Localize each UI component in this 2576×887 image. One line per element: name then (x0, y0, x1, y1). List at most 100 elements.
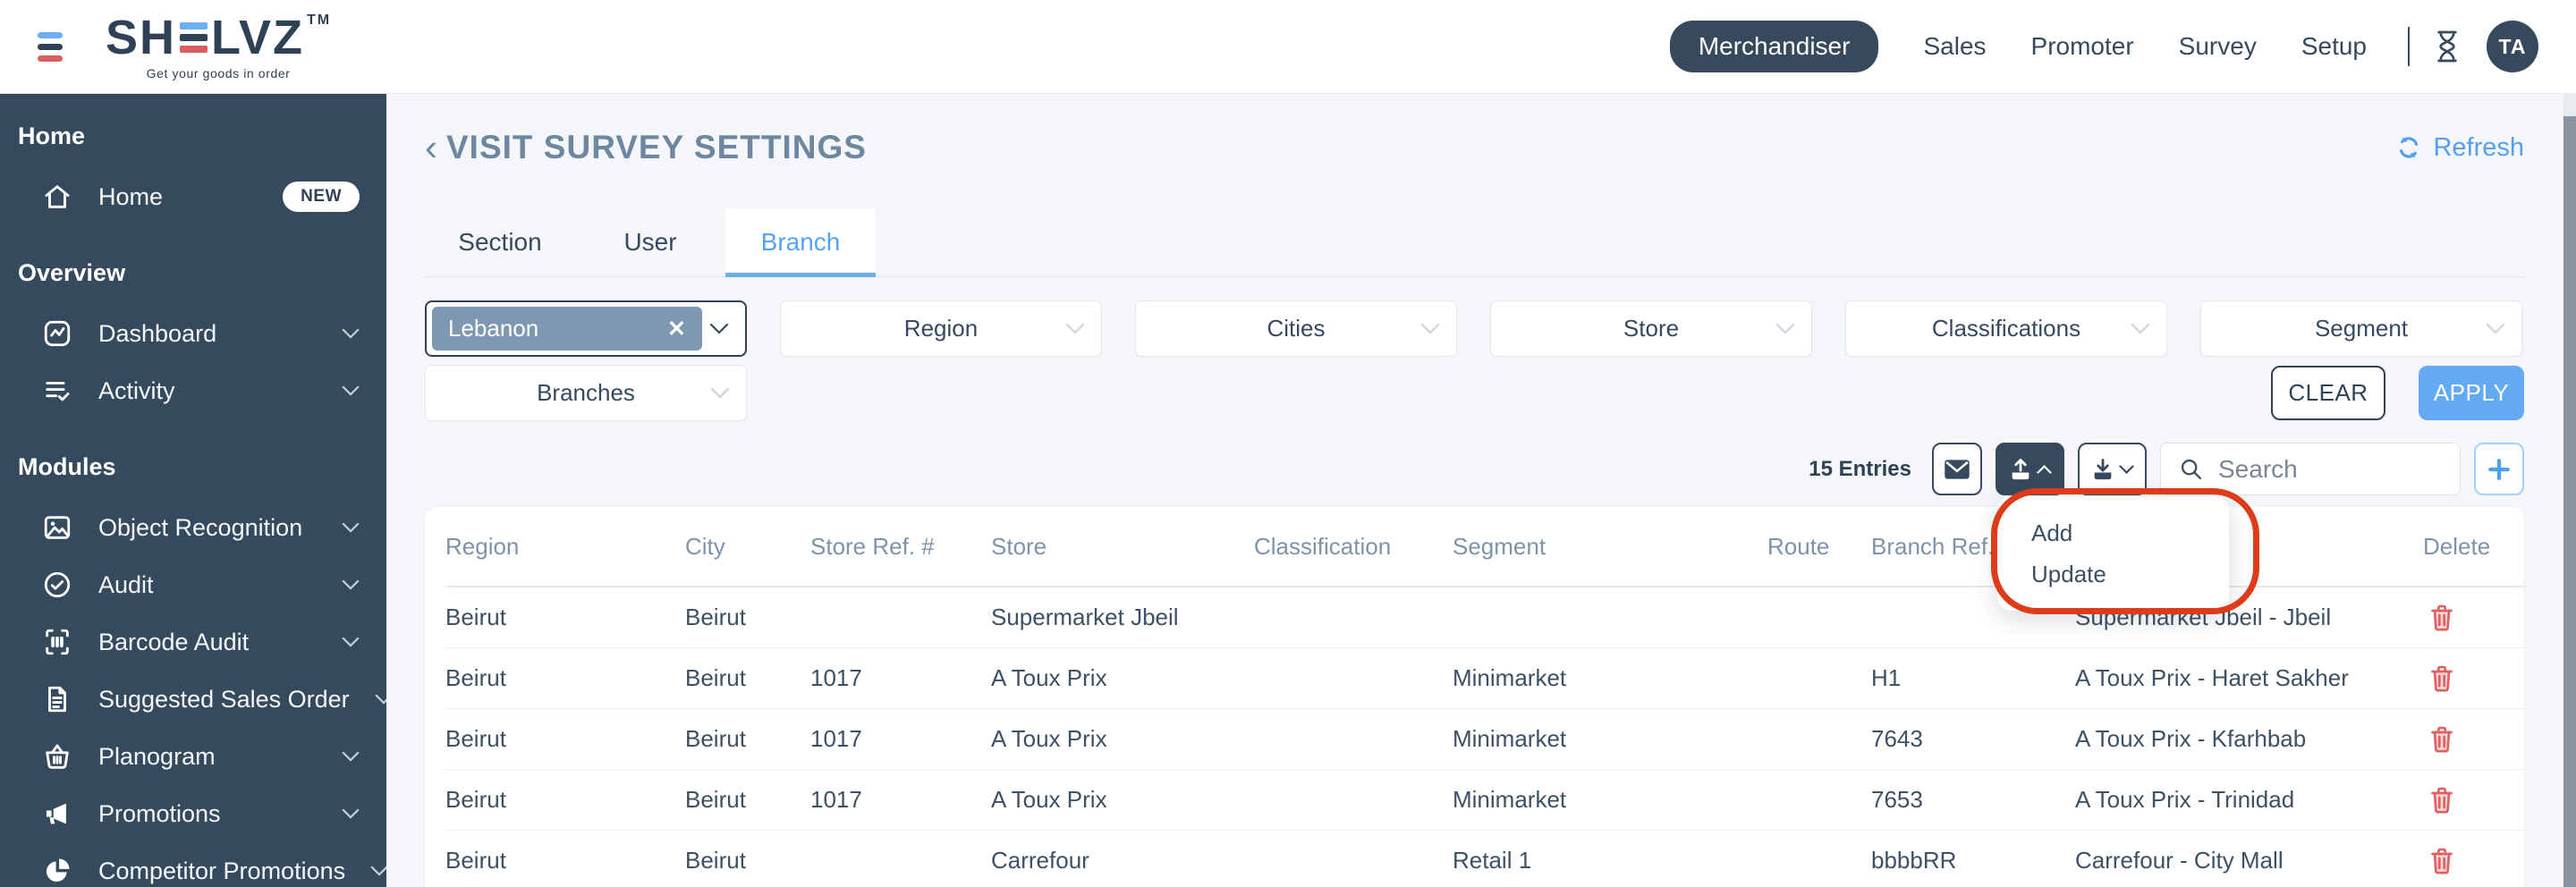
country-chip: Lebanon ✕ (432, 307, 702, 351)
column-header-region: Region (445, 533, 685, 561)
sidebar-section-overview: OverviewDashboardActivity (0, 259, 386, 419)
delete-row-button[interactable] (2423, 786, 2455, 815)
filter-select-branches[interactable]: Branches (425, 365, 747, 421)
sidebar-item-label: Activity (98, 377, 317, 405)
nav-item-promoter[interactable]: Promoter (2031, 32, 2134, 61)
country-chip-label: Lebanon (448, 315, 538, 342)
nav-item-sales[interactable]: Sales (1923, 32, 1986, 61)
column-header-city: City (685, 533, 810, 561)
sidebar-item-dashboard[interactable]: Dashboard (0, 305, 386, 362)
promotions-icon (41, 798, 73, 830)
cell-city: Beirut (685, 847, 810, 874)
add-entry-button[interactable] (2474, 443, 2524, 495)
search-box (2160, 443, 2461, 495)
chevron-down-icon (1420, 323, 1440, 334)
delete-row-button[interactable] (2423, 664, 2455, 693)
cell-branch-ref: 7643 (1871, 725, 2075, 753)
upload-button[interactable] (1996, 443, 2064, 495)
sidebar-item-promotions[interactable]: Promotions (0, 785, 386, 842)
logo-trademark: TM (307, 13, 331, 28)
cell-segment: Retail 1 (1453, 847, 1767, 874)
sidebar-item-label: Planogram (98, 743, 317, 771)
sidebar-item-barcode-audit[interactable]: Barcode Audit (0, 613, 386, 671)
filter-select-label: Branches (537, 379, 635, 407)
email-button[interactable] (1932, 443, 1982, 495)
trash-icon (2428, 604, 2455, 632)
menu-item-update[interactable]: Update (1997, 553, 2229, 595)
home-icon (41, 181, 73, 213)
sidebar-item-competitor-promotions[interactable]: Competitor Promotions (0, 842, 386, 887)
app-page: SH LVZ TM Get your goods in order Mercha… (0, 0, 2576, 887)
table-row: BeirutBeirutCarrefourRetail 1bbbbRRCarre… (445, 831, 2524, 887)
delete-row-button[interactable] (2423, 847, 2455, 875)
chevron-down-icon (1775, 323, 1795, 334)
cell-region: Beirut (445, 664, 685, 692)
filter-select-label: Region (904, 315, 978, 342)
sidebar-item-suggested-sales-order[interactable]: Suggested Sales Order (0, 671, 386, 728)
user-avatar[interactable]: TA (2487, 21, 2538, 72)
nav-item-survey[interactable]: Survey (2179, 32, 2257, 61)
upload-icon (2008, 457, 2033, 482)
table-row: BeirutBeirut1017A Toux PrixMinimarketH1A… (445, 648, 2524, 709)
tab-section[interactable]: Section (425, 208, 575, 276)
sidebar-item-home[interactable]: HomeNEW (0, 168, 386, 225)
chevron-down-icon (375, 694, 386, 705)
chevron-down-icon (342, 522, 360, 533)
cell-delete (2423, 604, 2524, 632)
sidebar-item-audit[interactable]: Audit (0, 556, 386, 613)
cell-region: Beirut (445, 847, 685, 874)
chevron-down-icon (709, 323, 729, 334)
caret-down-icon (2119, 465, 2134, 474)
filter-select-cities[interactable]: Cities (1135, 300, 1457, 357)
remove-chip-icon[interactable]: ✕ (667, 316, 686, 342)
audit-icon (41, 569, 73, 601)
sidebar-item-planogram[interactable]: Planogram (0, 728, 386, 785)
trash-icon (2428, 847, 2455, 875)
column-header-segment: Segment (1453, 533, 1767, 561)
menu-item-add[interactable]: Add (1997, 512, 2229, 553)
hourglass-icon[interactable] (2433, 30, 2462, 63)
table-toolbar: 15 Entries (425, 443, 2524, 495)
filter-select-classifications[interactable]: Classifications (1845, 300, 2167, 357)
sidebar-item-activity[interactable]: Activity (0, 362, 386, 419)
cell-region: Beirut (445, 725, 685, 753)
cell-delete (2423, 725, 2524, 754)
apply-button[interactable]: APPLY (2419, 366, 2524, 420)
back-chevron-icon[interactable]: ‹ (425, 130, 437, 165)
logo-e-bars-icon (180, 22, 208, 53)
clear-button[interactable]: CLEAR (2271, 366, 2385, 420)
filter-select-segment[interactable]: Segment (2200, 300, 2522, 357)
cell-city: Beirut (685, 786, 810, 814)
search-icon (2179, 457, 2204, 482)
tab-branch[interactable]: Branch (725, 208, 876, 276)
object-recognition-icon (41, 511, 73, 544)
filter-select-store[interactable]: Store (1490, 300, 1812, 357)
refresh-button[interactable]: Refresh (2395, 133, 2524, 163)
delete-row-button[interactable] (2423, 725, 2455, 754)
nav-item-merchandiser[interactable]: Merchandiser (1670, 21, 1879, 72)
filter-select-country[interactable]: Lebanon ✕ (425, 300, 747, 357)
download-button[interactable] (2078, 443, 2147, 495)
scrollbar-thumb[interactable] (2563, 116, 2576, 887)
filter-select-label: Store (1623, 315, 1679, 342)
cell-store: A Toux Prix (991, 786, 1254, 814)
top-navigation: Merchandiser Sales Promoter Survey Setup (1670, 21, 2367, 72)
page-title: VISIT SURVEY SETTINGS (446, 129, 867, 166)
chevron-down-icon (2486, 323, 2505, 334)
filter-select-region[interactable]: Region (780, 300, 1102, 357)
search-input[interactable] (2218, 455, 2442, 484)
cell-branch-ref: bbbbRR (1871, 847, 2075, 874)
tab-user[interactable]: User (575, 208, 725, 276)
column-header-classification: Classification (1254, 533, 1453, 561)
nav-item-setup[interactable]: Setup (2301, 32, 2367, 61)
table-body: BeirutBeirutSupermarket JbeilSupermarket… (445, 587, 2524, 887)
filters-row-2: Branches CLEAR APPLY (425, 365, 2524, 421)
filter-select-label: Classifications (1932, 315, 2080, 342)
delete-row-button[interactable] (2423, 604, 2455, 632)
cell-city: Beirut (685, 725, 810, 753)
sidebar-item-object-recognition[interactable]: Object Recognition (0, 499, 386, 556)
sidebar: HomeHomeNEWOverviewDashboardActivityModu… (0, 94, 386, 887)
cell-store: Carrefour (991, 847, 1254, 874)
filters-row-1: Lebanon ✕ Region Cities Store Classifications… (425, 300, 2524, 357)
hamburger-menu-icon[interactable] (38, 32, 63, 62)
